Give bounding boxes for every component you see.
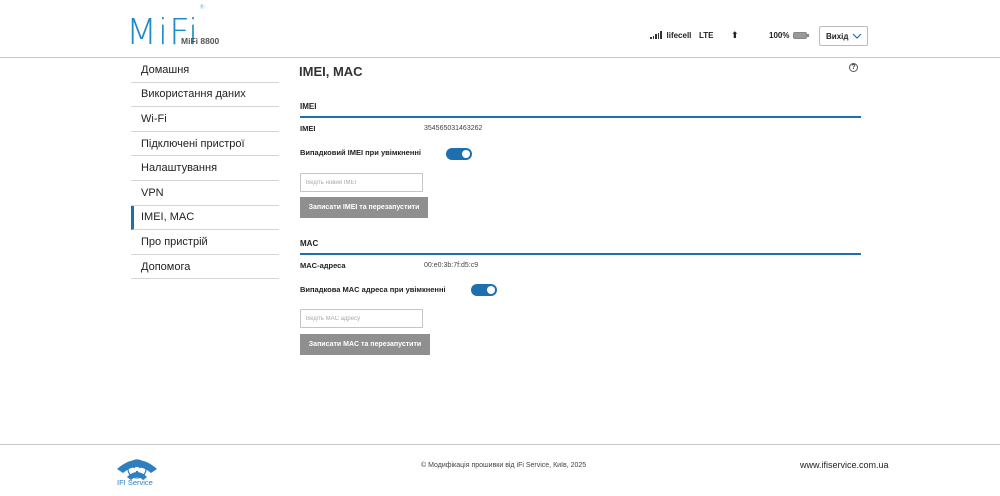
mac-value: 00:e0:3b:7f:d5:c9 xyxy=(424,262,479,269)
save-imei-restart-button[interactable]: Записати IMEI та перезапустити xyxy=(300,197,428,218)
imei-value: 354565031463262 xyxy=(424,125,483,132)
sidebar-nav: Домашня Використання даних Wi-Fi Підключ… xyxy=(131,58,279,280)
sidebar-item-data-usage[interactable]: Використання даних xyxy=(131,83,279,108)
mac-label: MAC-адреса xyxy=(300,261,346,270)
footer: IFI Service © Модифікація прошивки від i… xyxy=(0,444,1000,496)
save-mac-restart-button[interactable]: Записати MAC та перезапустити xyxy=(300,334,430,355)
mac-section-heading: MAC xyxy=(300,239,861,255)
sidebar-item-settings[interactable]: Налаштування xyxy=(131,156,279,181)
chevron-down-icon xyxy=(852,33,862,39)
sidebar-item-imei-mac[interactable]: IMEI, MAC xyxy=(131,205,279,231)
sidebar-item-home[interactable]: Домашня xyxy=(131,58,279,83)
logout-label: Вихід xyxy=(826,31,849,41)
data-transfer-icon: ⬆ xyxy=(731,29,739,40)
random-mac-label: Випадкова MAC адреса при увімкненні xyxy=(300,285,446,294)
device-model: MiFi 8800 xyxy=(181,36,220,46)
imei-section-heading: IMEI xyxy=(300,102,861,118)
signal-strength-icon xyxy=(650,31,663,39)
logo-text: MiFi xyxy=(126,12,200,53)
copyright-text: © Модифікація прошивки від iFi Service, … xyxy=(421,462,587,469)
battery-level: 100% xyxy=(769,30,790,40)
sidebar-item-connected-devices[interactable]: Підключені пристрої xyxy=(131,132,279,157)
logout-dropdown[interactable]: Вихід xyxy=(819,26,868,46)
footer-logo-text: IFI Service xyxy=(117,478,153,487)
ifi-service-logo-icon xyxy=(117,459,157,480)
operator-name: lifecell xyxy=(666,30,692,40)
random-imei-toggle[interactable] xyxy=(446,148,472,160)
network-type: LTE xyxy=(699,30,714,40)
website-link[interactable]: www.ifiservice.com.ua xyxy=(800,460,889,470)
sidebar-item-vpn[interactable]: VPN xyxy=(131,181,279,206)
sidebar-item-about-device[interactable]: Про пристрій xyxy=(131,230,279,255)
mac-address-input[interactable] xyxy=(300,309,423,328)
random-mac-toggle[interactable] xyxy=(471,284,497,296)
help-icon[interactable]: ? xyxy=(849,63,858,72)
signal-status: lifecell xyxy=(650,28,691,42)
page-title: IMEI, MAC xyxy=(299,64,363,79)
sidebar-item-wifi[interactable]: Wi-Fi xyxy=(131,107,279,132)
logo-registered-mark: ® xyxy=(199,4,207,11)
battery-status: 100% xyxy=(769,28,810,42)
new-imei-input[interactable] xyxy=(300,173,423,192)
sidebar-item-help[interactable]: Допомога xyxy=(131,255,279,280)
imei-label: IMEI xyxy=(300,124,316,133)
header: MiFi® MiFi 8800 lifecell LTE ⬆ 100% Вихі… xyxy=(0,0,1000,58)
battery-icon xyxy=(793,31,810,39)
random-imei-label: Випадковий IMEI при увімкненні xyxy=(300,148,421,157)
